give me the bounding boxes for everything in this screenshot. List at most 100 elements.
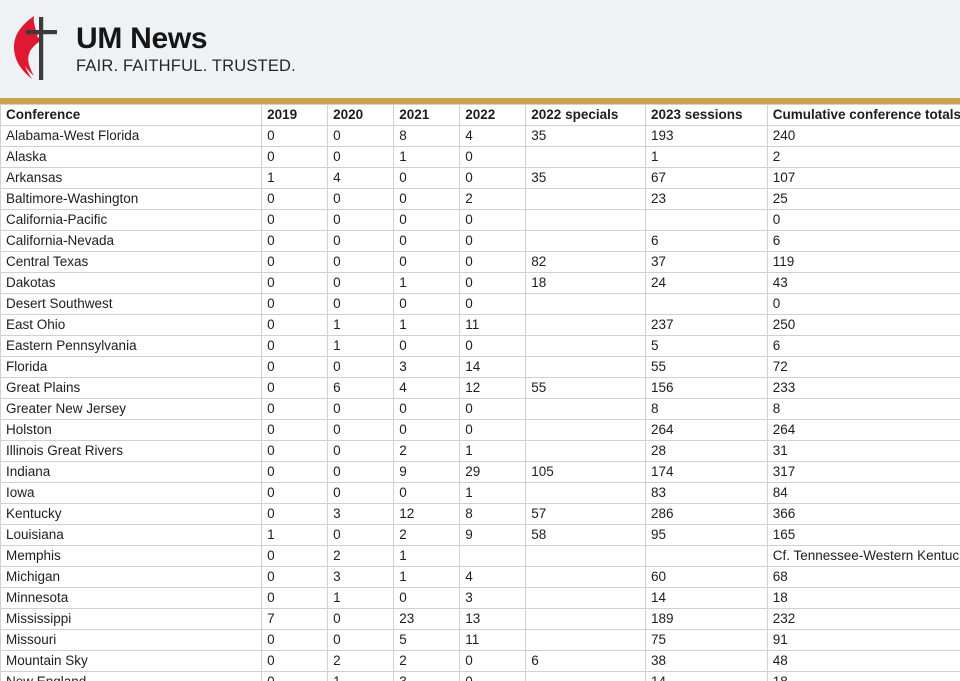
data-cell bbox=[644, 545, 768, 567]
data-cell: 2 bbox=[393, 524, 461, 546]
data-cell: 43 bbox=[766, 272, 960, 294]
table-row: Kentucky 0 3 12 8 57 286 366 bbox=[0, 503, 960, 525]
data-cell: 55 bbox=[644, 356, 768, 378]
conference-name-cell: Kentucky bbox=[0, 503, 263, 525]
data-cell: 232 bbox=[766, 608, 960, 630]
data-cell: 3 bbox=[393, 671, 461, 681]
data-cell: 264 bbox=[644, 419, 768, 441]
column-header-3[interactable]: 2021 bbox=[393, 104, 461, 126]
data-cell: 2 bbox=[327, 545, 395, 567]
conference-name-cell: Greater New Jersey bbox=[0, 398, 263, 420]
data-cell: 0 bbox=[327, 293, 395, 315]
data-cell: 11 bbox=[459, 314, 527, 336]
column-header-0[interactable]: Conference bbox=[0, 104, 263, 126]
data-cell: 0 bbox=[393, 398, 461, 420]
data-cell: 0 bbox=[261, 650, 329, 672]
data-cell: 1 bbox=[327, 335, 395, 357]
data-cell: 4 bbox=[327, 167, 395, 189]
brand-name: UM News bbox=[76, 22, 208, 56]
data-cell: 31 bbox=[766, 440, 960, 462]
data-cell: 0 bbox=[327, 209, 395, 231]
data-cell: 0 bbox=[393, 419, 461, 441]
conference-name-cell: California-Pacific bbox=[0, 209, 263, 231]
data-cell: 60 bbox=[644, 566, 768, 588]
data-cell: 13 bbox=[459, 608, 527, 630]
column-header-6[interactable]: 2023 sessions bbox=[644, 104, 768, 126]
data-cell bbox=[525, 482, 646, 504]
table-row: Central Texas 0 0 0 0 82 37 119 bbox=[0, 251, 960, 273]
data-cell: 0 bbox=[327, 440, 395, 462]
data-cell bbox=[525, 335, 646, 357]
data-cell: 4 bbox=[459, 125, 527, 147]
data-cell: 0 bbox=[327, 608, 395, 630]
data-cell: 4 bbox=[459, 566, 527, 588]
data-cell: 0 bbox=[261, 419, 329, 441]
data-cell: 0 bbox=[393, 587, 461, 609]
data-cell: 67 bbox=[644, 167, 768, 189]
data-cell: 0 bbox=[459, 335, 527, 357]
data-cell: 156 bbox=[644, 377, 768, 399]
data-cell: 18 bbox=[525, 272, 646, 294]
data-cell: 55 bbox=[525, 377, 646, 399]
column-header-7[interactable]: Cumulative conference totals bbox=[766, 104, 960, 126]
data-cell: 18 bbox=[766, 587, 960, 609]
data-cell: 2 bbox=[327, 650, 395, 672]
data-cell: 9 bbox=[393, 461, 461, 483]
data-cell: 0 bbox=[261, 587, 329, 609]
data-cell: 0 bbox=[261, 146, 329, 168]
table-row: Indiana 0 0 9 29 105 174 317 bbox=[0, 461, 960, 483]
conference-name-cell: Alaska bbox=[0, 146, 263, 168]
data-cell: 0 bbox=[393, 167, 461, 189]
data-cell: 8 bbox=[766, 398, 960, 420]
data-cell: 4 bbox=[393, 377, 461, 399]
data-cell: 3 bbox=[393, 356, 461, 378]
data-cell: 0 bbox=[459, 272, 527, 294]
table-row: Missouri 0 0 5 11 75 91 bbox=[0, 629, 960, 651]
data-cell: 0 bbox=[393, 251, 461, 273]
data-cell: 0 bbox=[261, 251, 329, 273]
table-row: Holston 0 0 0 0 264 264 bbox=[0, 419, 960, 441]
data-cell: 0 bbox=[459, 146, 527, 168]
data-cell: 0 bbox=[459, 293, 527, 315]
data-cell: 24 bbox=[644, 272, 768, 294]
data-cell: 5 bbox=[644, 335, 768, 357]
conference-name-cell: Louisiana bbox=[0, 524, 263, 546]
data-cell: 3 bbox=[459, 587, 527, 609]
table-body: Alabama-West Florida 0 0 8 4 35 193 240 Alaska 0 0… bbox=[0, 125, 960, 681]
data-cell: 23 bbox=[644, 188, 768, 210]
table-row: Greater New Jersey 0 0 0 0 8 8 bbox=[0, 398, 960, 420]
data-cell: 25 bbox=[766, 188, 960, 210]
data-cell: 0 bbox=[261, 377, 329, 399]
data-cell: 35 bbox=[525, 167, 646, 189]
data-cell: 1 bbox=[327, 587, 395, 609]
data-cell: 174 bbox=[644, 461, 768, 483]
data-cell: 0 bbox=[261, 671, 329, 681]
data-cell: 12 bbox=[459, 377, 527, 399]
data-cell bbox=[525, 608, 646, 630]
data-cell: 0 bbox=[459, 230, 527, 252]
data-cell: 0 bbox=[261, 230, 329, 252]
table-row: Desert Southwest 0 0 0 0 0 bbox=[0, 293, 960, 315]
data-cell: 2 bbox=[393, 440, 461, 462]
data-cell: 189 bbox=[644, 608, 768, 630]
conference-name-cell: Michigan bbox=[0, 566, 263, 588]
column-header-4[interactable]: 2022 bbox=[459, 104, 527, 126]
column-header-2[interactable]: 2020 bbox=[327, 104, 395, 126]
data-cell: 3 bbox=[327, 566, 395, 588]
data-cell: 0 bbox=[393, 335, 461, 357]
data-cell: 0 bbox=[261, 272, 329, 294]
data-cell bbox=[525, 146, 646, 168]
data-cell: 1 bbox=[393, 566, 461, 588]
data-cell: 6 bbox=[766, 230, 960, 252]
data-cell: 0 bbox=[261, 293, 329, 315]
conference-name-cell: Central Texas bbox=[0, 251, 263, 273]
data-cell bbox=[525, 545, 646, 567]
data-cell: 0 bbox=[261, 482, 329, 504]
data-cell: 0 bbox=[327, 125, 395, 147]
data-cell: 1 bbox=[327, 671, 395, 681]
data-cell: 0 bbox=[459, 251, 527, 273]
column-header-1[interactable]: 2019 bbox=[261, 104, 329, 126]
data-cell: 6 bbox=[327, 377, 395, 399]
column-header-5[interactable]: 2022 specials bbox=[525, 104, 646, 126]
table-row: Alabama-West Florida 0 0 8 4 35 193 240 bbox=[0, 125, 960, 147]
